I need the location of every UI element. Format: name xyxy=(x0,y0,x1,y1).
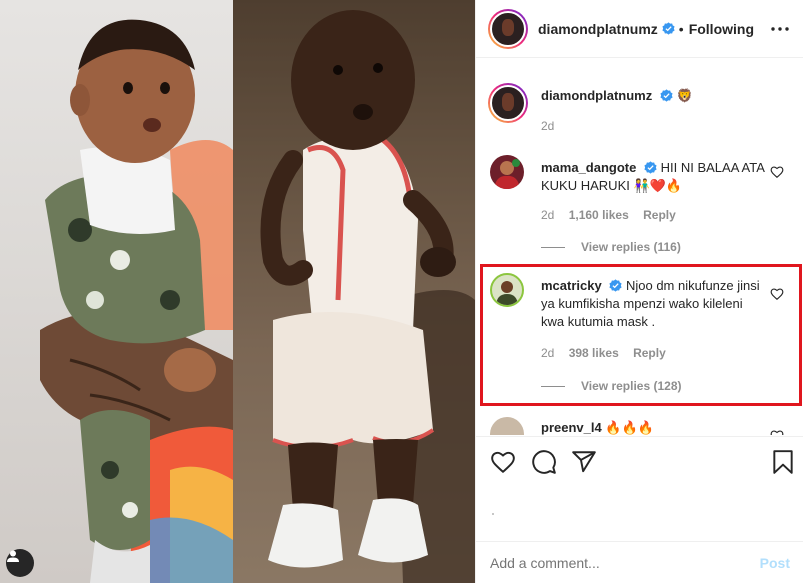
add-comment-bar: Post xyxy=(476,541,803,583)
user-tag-button[interactable] xyxy=(6,549,34,577)
post-header: diamondplatnumz • Following xyxy=(476,0,803,58)
following-button[interactable]: Following xyxy=(689,21,754,37)
caption-username[interactable]: diamondplatnumz xyxy=(541,88,652,103)
commenter-avatar[interactable] xyxy=(490,417,524,435)
photo-baby-vintage xyxy=(233,0,475,583)
post-media[interactable] xyxy=(0,0,475,583)
post-comment-button[interactable]: Post xyxy=(760,555,790,571)
caption-avatar[interactable] xyxy=(488,83,528,123)
comment-time: 2d xyxy=(541,208,555,222)
more-options-button[interactable] xyxy=(769,18,791,40)
author-avatar[interactable] xyxy=(488,8,528,49)
comment-username[interactable]: preenv_l4 xyxy=(541,420,602,435)
comment-username[interactable]: mama_dangote xyxy=(541,160,636,175)
more-icon xyxy=(771,27,789,31)
comment-text: 🔥🔥🔥 xyxy=(605,420,654,435)
like-comment-icon[interactable] xyxy=(770,429,784,435)
reply-button[interactable]: Reply xyxy=(643,208,676,222)
save-icon[interactable] xyxy=(770,449,796,475)
share-icon[interactable] xyxy=(571,449,597,475)
commenter-avatar[interactable] xyxy=(490,155,524,189)
user-tag-icon xyxy=(7,550,19,562)
add-comment-input[interactable] xyxy=(490,554,760,571)
author-username[interactable]: diamondplatnumz xyxy=(538,21,658,37)
highlight-box xyxy=(480,264,802,406)
divider-dot xyxy=(492,513,494,515)
action-bar xyxy=(476,436,803,488)
heart-icon[interactable] xyxy=(490,449,516,475)
header-separator: • xyxy=(678,20,684,37)
post-panel: diamondplatnumz • Following diamondplatn… xyxy=(475,0,803,583)
caption-time: 2d xyxy=(541,119,555,133)
comment-likes[interactable]: 1,160 likes xyxy=(569,208,629,222)
comment-icon[interactable] xyxy=(531,449,557,475)
verified-icon xyxy=(660,89,673,102)
like-comment-icon[interactable] xyxy=(770,165,784,179)
caption-text: 🦁 xyxy=(676,88,693,103)
verified-icon xyxy=(644,161,657,174)
comments-list[interactable]: diamondplatnumz 🦁 2d mama_dangote HII NI… xyxy=(476,59,803,435)
verified-icon xyxy=(662,22,675,35)
photo-baby-colour xyxy=(0,0,233,583)
view-replies-button[interactable]: View replies (116) xyxy=(541,240,681,254)
